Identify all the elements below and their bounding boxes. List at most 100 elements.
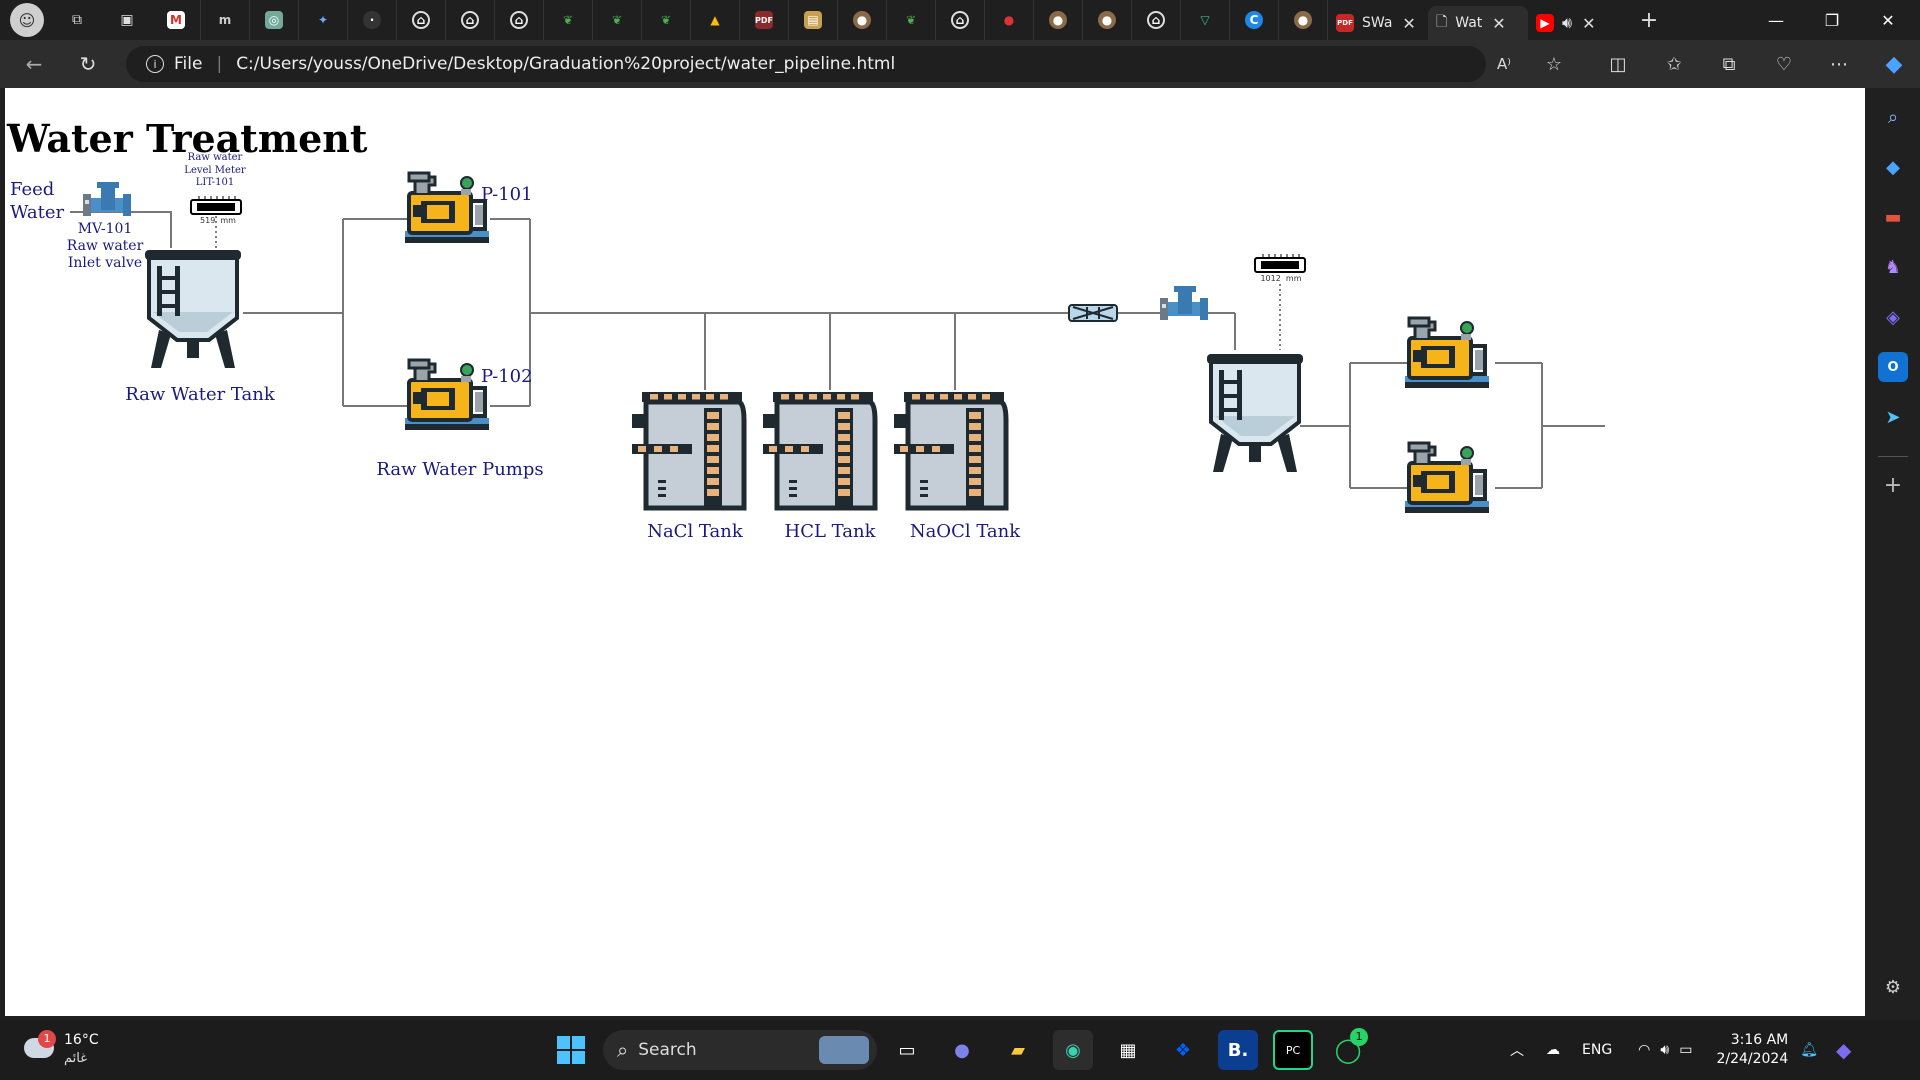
pump-4-icon[interactable] bbox=[1403, 441, 1491, 515]
close-icon[interactable]: ✕ bbox=[1402, 14, 1415, 33]
close-icon[interactable]: ✕ bbox=[1582, 14, 1595, 33]
naocl-tank-icon[interactable] bbox=[894, 392, 1006, 508]
pinned-tab-gemini[interactable]: ✦ bbox=[299, 0, 348, 40]
favorites-icon[interactable]: ✩ bbox=[1656, 46, 1692, 82]
chevron-up-icon[interactable]: ︿ bbox=[1510, 1040, 1524, 1060]
wifi-icon[interactable]: ◠ bbox=[1638, 1042, 1650, 1058]
close-icon[interactable]: ✕ bbox=[1492, 14, 1505, 33]
pinned-tab-chatgpt[interactable]: ◎ bbox=[250, 0, 299, 40]
page-content: Water Treatment Feed Water MV-101 Raw wa… bbox=[5, 88, 1865, 1016]
volume-icon[interactable]: 🔊︎ bbox=[1660, 1042, 1669, 1058]
back-icon[interactable]: ← bbox=[14, 44, 54, 84]
weather-widget[interactable]: 1 16°C غائم bbox=[20, 1030, 110, 1072]
pinned-tab-dark[interactable]: · bbox=[348, 0, 397, 40]
pinned-tab-pdf[interactable]: PDF bbox=[740, 0, 789, 40]
pinned-tab-red[interactable]: ● bbox=[985, 0, 1034, 40]
onedrive-icon[interactable]: ☁ bbox=[1546, 1042, 1560, 1058]
clock[interactable]: 3:16 AM 2/24/2024 bbox=[1716, 1031, 1788, 1069]
refresh-icon[interactable]: ↻ bbox=[68, 44, 108, 84]
pinned-tab-drive[interactable]: ▲ bbox=[691, 0, 740, 40]
browser-essentials-icon[interactable]: ♡ bbox=[1766, 46, 1802, 82]
file-explorer-icon[interactable]: ▰ bbox=[998, 1030, 1038, 1070]
nacl-tank-icon[interactable] bbox=[632, 392, 744, 508]
pycharm-icon[interactable]: PC bbox=[1273, 1030, 1313, 1070]
tab-youtube[interactable]: ▶ 🔊︎ ✕ bbox=[1528, 6, 1628, 40]
hcl-tank-icon[interactable] bbox=[763, 392, 875, 508]
pinned-tab-github-5[interactable]: ⌂ bbox=[1132, 0, 1181, 40]
close-window-icon[interactable]: ✕ bbox=[1860, 0, 1916, 40]
system-tray: ︿ ☁ ENG ◠ 🔊︎ ▭ 3:16 AM 2/24/2024 🔔︎ ◆ bbox=[1510, 1020, 1851, 1080]
pump-p102-icon[interactable] bbox=[403, 358, 491, 432]
task-view-icon[interactable]: ▭ bbox=[887, 1030, 927, 1070]
tab-water-pipeline[interactable]: 🗋 Wat ✕ bbox=[1428, 6, 1528, 40]
search-highlight-icon bbox=[819, 1036, 869, 1064]
language-indicator[interactable]: ENG bbox=[1582, 1042, 1612, 1058]
filter-icon[interactable] bbox=[1068, 304, 1118, 322]
github-icon: ⌂ bbox=[461, 11, 479, 29]
pinned-tab-github-3[interactable]: ⌂ bbox=[495, 0, 544, 40]
pinned-tab-c[interactable]: C bbox=[1230, 0, 1279, 40]
outlook-icon[interactable]: O bbox=[1878, 352, 1908, 382]
valve-2-icon[interactable] bbox=[1160, 286, 1208, 320]
pump-p101-icon[interactable] bbox=[403, 171, 491, 245]
edge-icon[interactable]: ◉ bbox=[1053, 1030, 1093, 1070]
profile-avatar[interactable]: ☺ bbox=[10, 3, 44, 37]
pinned-tab-avatar-2[interactable]: ● bbox=[1034, 0, 1083, 40]
taskbar-search[interactable]: ⌕ Search bbox=[603, 1030, 877, 1070]
split-screen-icon[interactable]: ◫ bbox=[1600, 46, 1636, 82]
copilot-sidebar-icon[interactable]: ◈ bbox=[1878, 302, 1908, 332]
favorite-star-icon[interactable]: ☆ bbox=[1536, 46, 1572, 82]
new-tab-icon[interactable]: + bbox=[1638, 8, 1660, 33]
leaf-icon: ❦ bbox=[660, 13, 672, 27]
microsoft-store-icon[interactable]: ▦ bbox=[1108, 1030, 1148, 1070]
pump-3-icon[interactable] bbox=[1403, 316, 1491, 390]
raw-water-tank-icon[interactable] bbox=[143, 248, 243, 370]
pinned-tab-gmail[interactable]: M bbox=[152, 0, 201, 40]
shopping-tag-icon[interactable]: ◆ bbox=[1878, 152, 1908, 182]
pinned-tab-github-1[interactable]: ⌂ bbox=[397, 0, 446, 40]
teams-icon[interactable]: ● bbox=[942, 1030, 982, 1070]
pinned-tab-avatar-1[interactable]: ● bbox=[838, 0, 887, 40]
info-icon[interactable]: i bbox=[146, 55, 164, 73]
tank-2-icon[interactable] bbox=[1205, 352, 1305, 474]
add-icon[interactable]: + bbox=[1878, 470, 1908, 500]
restore-icon[interactable]: ❐ bbox=[1804, 0, 1860, 40]
pinned-tab-github-2[interactable]: ⌂ bbox=[446, 0, 495, 40]
tab-label: SWa bbox=[1362, 15, 1393, 31]
copilot-taskbar-icon[interactable]: ◆ bbox=[1836, 1038, 1851, 1062]
pinned-tab-vue[interactable]: ▽ bbox=[1181, 0, 1230, 40]
send-icon[interactable]: ➤ bbox=[1878, 402, 1908, 432]
collections-icon[interactable]: ⧉ bbox=[1711, 46, 1747, 82]
start-windows-icon[interactable] bbox=[551, 1030, 591, 1070]
notification-bell-icon[interactable]: 🔔︎ bbox=[1800, 1042, 1818, 1058]
pinned-tab-avatar-4[interactable]: ● bbox=[1279, 0, 1328, 40]
pinned-tab-github-4[interactable]: ⌂ bbox=[936, 0, 985, 40]
b-app-icon[interactable]: B. bbox=[1218, 1030, 1258, 1070]
pinned-tab-m[interactable]: m bbox=[201, 0, 250, 40]
dropbox-icon[interactable]: ❖ bbox=[1163, 1030, 1203, 1070]
pinned-tab-leaf-4[interactable]: ❦ bbox=[887, 0, 936, 40]
tools-icon[interactable]: ▬ bbox=[1878, 202, 1908, 232]
read-aloud-icon[interactable]: A⁾ bbox=[1486, 46, 1522, 82]
pinned-tab-book[interactable]: ▤ bbox=[789, 0, 838, 40]
pinned-tab-leaf-2[interactable]: ❦ bbox=[593, 0, 642, 40]
games-icon[interactable]: ♞ bbox=[1878, 252, 1908, 282]
tab-actions-icon[interactable]: ▣ bbox=[116, 9, 138, 31]
level-meter-icon bbox=[190, 195, 242, 215]
address-bar[interactable]: i File | C:/Users/youss/OneDrive/Desktop… bbox=[126, 46, 1486, 82]
tab-swa[interactable]: PDF SWa ✕ bbox=[1328, 6, 1428, 40]
speaker-icon[interactable]: 🔊︎ bbox=[1562, 13, 1572, 33]
pinned-tab-avatar-3[interactable]: ● bbox=[1083, 0, 1132, 40]
pinned-tab-leaf-3[interactable]: ❦ bbox=[642, 0, 691, 40]
more-menu-icon[interactable]: ⋯ bbox=[1821, 46, 1857, 82]
battery-icon[interactable]: ▭ bbox=[1679, 1042, 1692, 1058]
settings-gear-icon[interactable]: ⚙ bbox=[1878, 972, 1908, 1002]
workspaces-icon[interactable]: ⧉ bbox=[66, 9, 88, 31]
copilot-icon[interactable]: ◆ bbox=[1876, 46, 1912, 82]
url-text[interactable]: C:/Users/youss/OneDrive/Desktop/Graduati… bbox=[236, 54, 895, 74]
search-icon[interactable]: ⌕ bbox=[1878, 102, 1908, 132]
pinned-tab-leaf-1[interactable]: ❦ bbox=[544, 0, 593, 40]
minimize-icon[interactable]: — bbox=[1748, 0, 1804, 40]
inlet-valve-icon[interactable] bbox=[83, 182, 131, 216]
sidebar-divider bbox=[1878, 456, 1908, 457]
